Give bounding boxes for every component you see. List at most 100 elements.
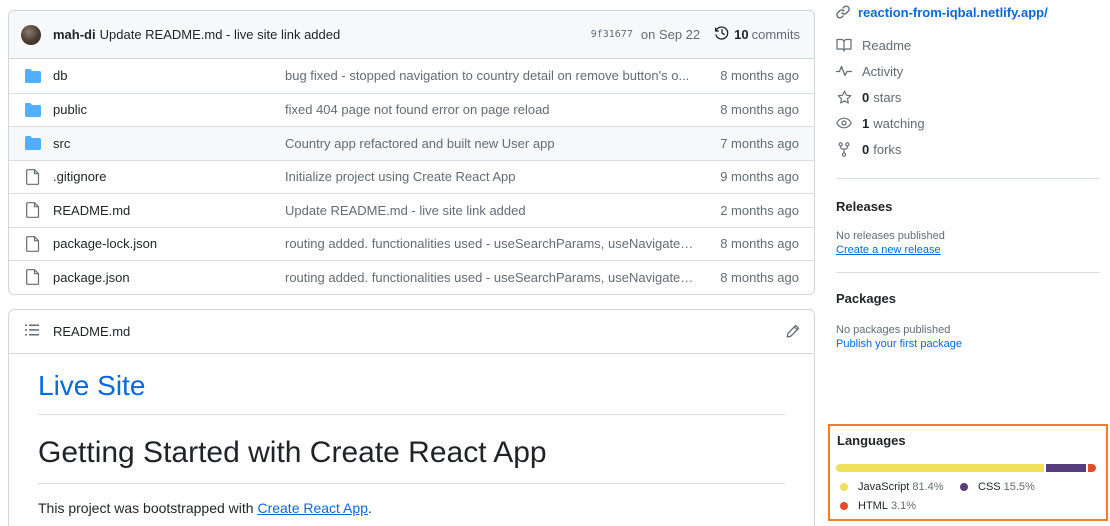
language-name: CSS	[978, 481, 1001, 493]
pencil-icon[interactable]	[786, 324, 800, 338]
language-dot	[960, 483, 968, 491]
file-row[interactable]: package.json routing added. functionalit…	[9, 260, 814, 294]
latest-commit-bar: mah-di Update README.md - live site link…	[9, 11, 814, 59]
paragraph-text: This project was bootstrapped with	[38, 499, 258, 516]
eye-icon	[836, 117, 852, 129]
languages-section: Languages JavaScript 81.4% CSS 15.5% HTM…	[828, 424, 1108, 521]
file-row[interactable]: .gitignore Initialize project using Crea…	[9, 159, 814, 194]
readme-label: Readme	[862, 37, 912, 53]
create-release-link[interactable]: Create a new release	[836, 244, 1104, 256]
language-percent: 3.1%	[890, 500, 917, 512]
commits-label: commits	[751, 27, 800, 42]
file-date: 2 months ago	[720, 202, 799, 218]
fork-icon	[836, 141, 852, 157]
packages-title[interactable]: Packages	[836, 291, 1104, 306]
stars-label: stars	[873, 89, 902, 105]
folder-icon	[25, 102, 41, 118]
readme-panel: README.md Live Site Getting Started with…	[8, 308, 815, 526]
language-percent: 15.5%	[1003, 481, 1035, 493]
avatar[interactable]	[21, 24, 41, 45]
file-commit-message[interactable]: routing added. functionalities used - us…	[285, 270, 695, 285]
language-name: JavaScript	[858, 481, 910, 493]
releases-empty: No releases published	[836, 230, 945, 242]
file-name[interactable]: db	[53, 68, 285, 83]
link-icon	[836, 5, 850, 19]
readme-link[interactable]: Readme	[836, 32, 1104, 58]
divider	[836, 272, 1100, 273]
main-column: mah-di Update README.md - live site link…	[8, 10, 815, 526]
language-name: HTML	[858, 500, 888, 512]
forks-label: forks	[873, 141, 902, 157]
file-icon	[25, 202, 41, 219]
file-date: 8 months ago	[720, 68, 799, 84]
about-sidebar: reaction-from-iqbal.netlify.app/ Readme …	[836, 0, 1104, 350]
file-name[interactable]: README.md	[53, 203, 285, 218]
commit-sha[interactable]: 9f31677	[591, 29, 633, 40]
languages-title: Languages	[837, 433, 906, 448]
file-row[interactable]: package-lock.json routing added. functio…	[9, 226, 814, 261]
file-name[interactable]: package-lock.json	[53, 236, 285, 251]
file-date: 8 months ago	[720, 102, 799, 118]
file-commit-message[interactable]: bug fixed - stopped navigation to countr…	[285, 68, 695, 83]
publish-package-link[interactable]: Publish your first package	[836, 338, 1104, 350]
paragraph-end: .	[367, 499, 372, 516]
activity-link[interactable]: Activity	[836, 58, 1104, 84]
file-date: 9 months ago	[720, 169, 799, 185]
repo-meta-list: Readme Activity 0 stars 1 watching 0 for…	[836, 32, 1104, 162]
releases-section: Releases No releases published Create a …	[836, 199, 1104, 256]
releases-title[interactable]: Releases	[836, 199, 1104, 214]
activity-label: Activity	[862, 63, 904, 79]
website-url[interactable]: reaction-from-iqbal.netlify.app/	[858, 5, 1048, 20]
book-icon	[836, 38, 852, 52]
file-commit-message[interactable]: fixed 404 page not found error on page r…	[285, 102, 695, 117]
divider	[836, 178, 1100, 179]
commits-history-link[interactable]: 10 commits	[714, 25, 800, 44]
language-item[interactable]: CSS 15.5%	[960, 481, 1035, 493]
file-commit-message[interactable]: Initialize project using Create React Ap…	[285, 169, 695, 184]
file-commit-message[interactable]: Country app refactored and built new Use…	[285, 136, 695, 151]
file-name[interactable]: package.json	[53, 270, 285, 285]
lang-bar-segment	[1088, 464, 1096, 472]
commit-message[interactable]: Update README.md - live site link added	[100, 27, 341, 42]
file-icon	[25, 269, 41, 286]
lang-bar-segment	[836, 464, 1045, 472]
language-percent: 81.4%	[912, 481, 944, 493]
file-name[interactable]: .gitignore	[53, 169, 285, 184]
readme-heading-link[interactable]: Live Site	[38, 368, 785, 415]
packages-section: Packages No packages published Publish y…	[836, 291, 1104, 350]
watching-label: watching	[873, 115, 925, 131]
file-row[interactable]: src Country app refactored and built new…	[9, 126, 814, 160]
stars-link[interactable]: 0 stars	[836, 84, 1104, 110]
forks-link[interactable]: 0 forks	[836, 136, 1104, 162]
create-react-app-link[interactable]: Create React App	[257, 500, 368, 516]
commits-count: 10	[734, 27, 749, 42]
language-item[interactable]: HTML 3.1%	[840, 500, 916, 512]
pulse-icon	[836, 65, 852, 77]
commit-date[interactable]: on Sep 22	[641, 27, 700, 42]
file-row[interactable]: README.md Update README.md - live site l…	[9, 193, 814, 227]
file-name[interactable]: src	[53, 136, 285, 151]
readme-header: README.md	[9, 310, 814, 354]
file-row[interactable]: db bug fixed - stopped navigation to cou…	[9, 59, 814, 93]
watching-link[interactable]: 1 watching	[836, 110, 1104, 136]
file-browser: mah-di Update README.md - live site link…	[8, 10, 815, 295]
file-name[interactable]: public	[53, 102, 285, 117]
language-dot	[840, 483, 848, 491]
file-date: 8 months ago	[720, 269, 799, 285]
file-icon	[25, 235, 41, 252]
commit-author[interactable]: mah-di	[53, 27, 96, 42]
website-link[interactable]: reaction-from-iqbal.netlify.app/	[836, 0, 1104, 24]
list-icon[interactable]	[25, 324, 39, 339]
file-list: db bug fixed - stopped navigation to cou…	[9, 59, 814, 294]
language-item[interactable]: JavaScript 81.4%	[840, 481, 944, 493]
commit-meta: 9f31677 on Sep 22 10 commits	[591, 25, 800, 44]
star-icon	[836, 90, 852, 105]
file-commit-message[interactable]: Update README.md - live site link added	[285, 203, 695, 218]
readme-filename[interactable]: README.md	[53, 324, 130, 339]
language-dot	[840, 502, 848, 510]
lang-bar-segment	[1046, 464, 1087, 472]
file-commit-message[interactable]: routing added. functionalities used - us…	[285, 236, 695, 251]
history-icon	[714, 25, 730, 44]
watching-count: 1	[862, 115, 870, 131]
file-row[interactable]: public fixed 404 page not found error on…	[9, 92, 814, 127]
